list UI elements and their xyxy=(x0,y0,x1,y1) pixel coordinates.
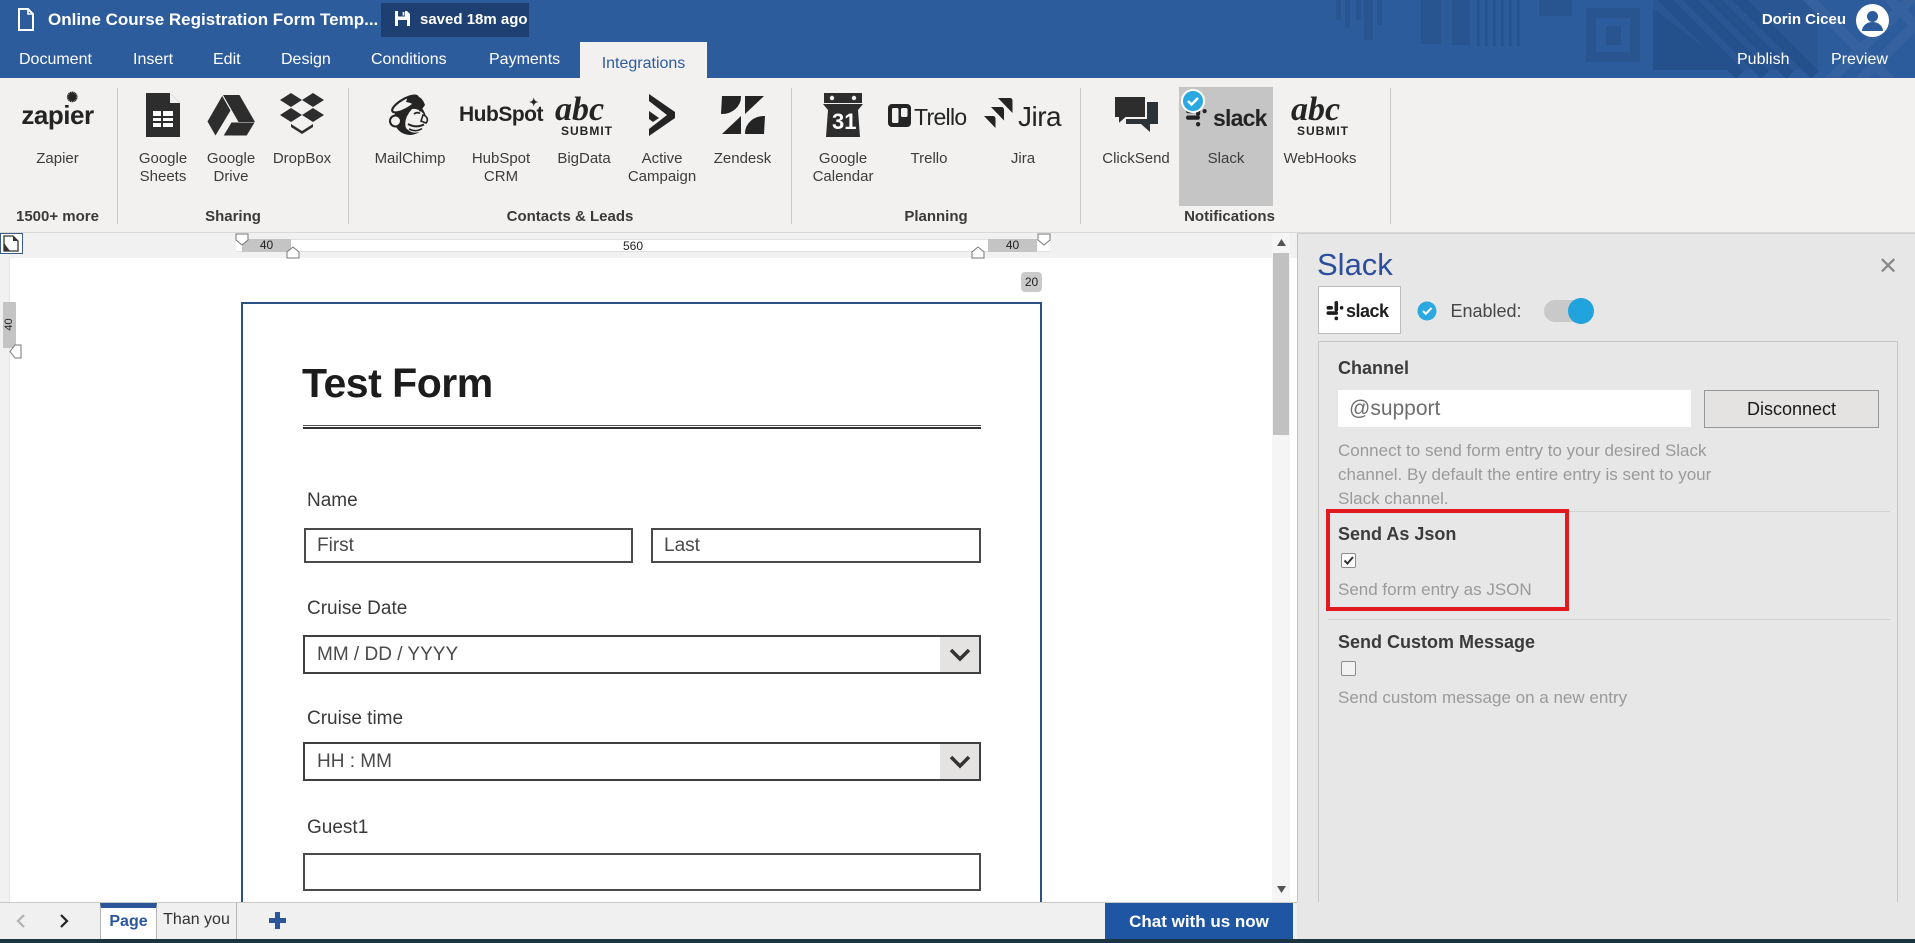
svg-text:abc: abc xyxy=(1291,92,1340,128)
svg-text:SUBMIT: SUBMIT xyxy=(1297,124,1349,138)
svg-text:slack: slack xyxy=(1213,105,1267,130)
svg-text:SUBMIT: SUBMIT xyxy=(561,124,613,138)
svg-text:abc: abc xyxy=(555,92,604,128)
svg-text:slack: slack xyxy=(1346,301,1390,321)
svg-text:31: 31 xyxy=(832,109,856,134)
svg-text:Trello: Trello xyxy=(914,104,966,130)
svg-text:Jira: Jira xyxy=(1018,101,1062,132)
